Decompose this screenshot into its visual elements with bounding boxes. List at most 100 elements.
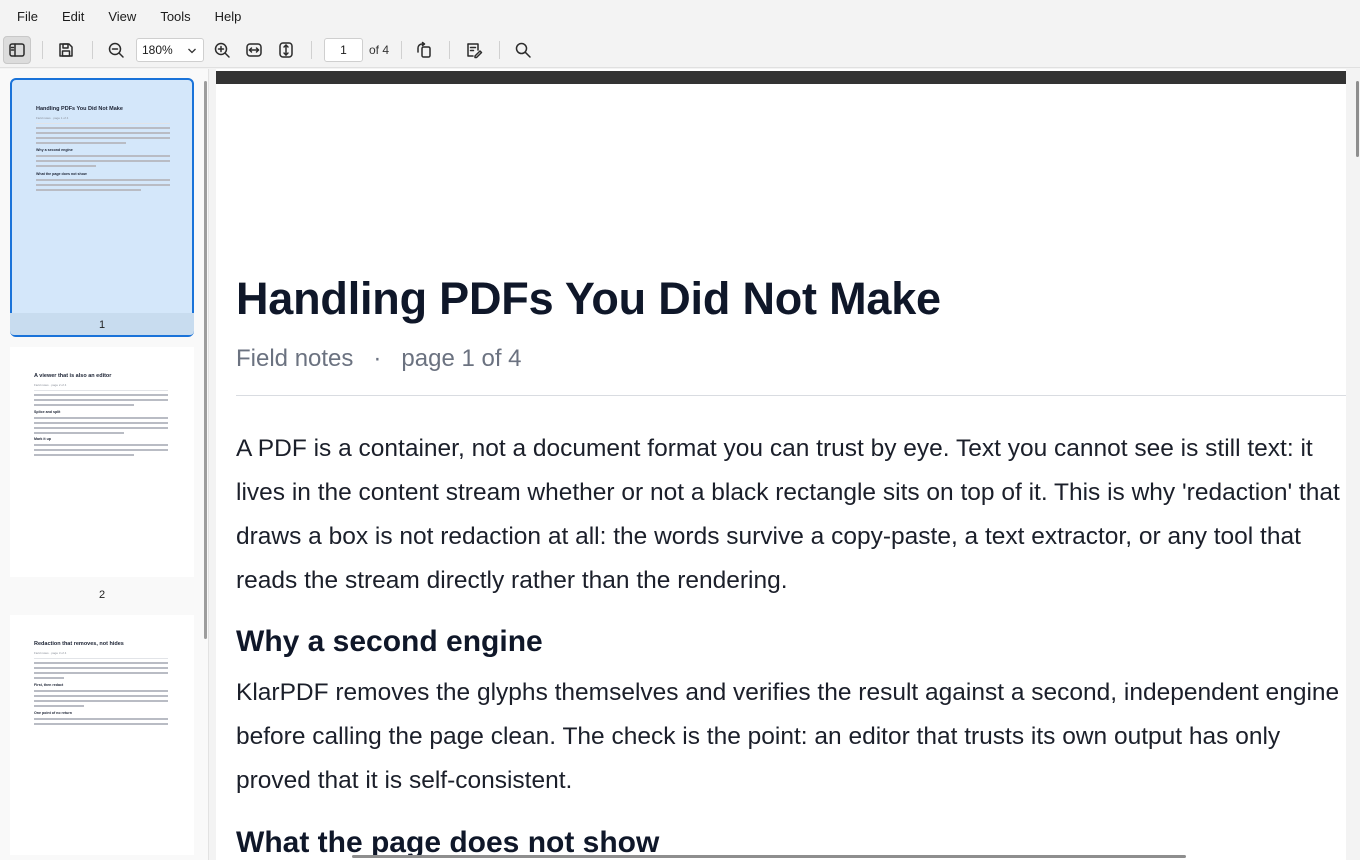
thumbnail-text-line [34,667,168,669]
zoom-out-button[interactable] [102,36,130,64]
page-title: Handling PDFs You Did Not Make [236,273,941,324]
chevron-down-icon [188,48,196,54]
page-number-input[interactable] [324,38,363,62]
thumbnail-text-line [34,432,124,434]
thumbnail-sidebar: Handling PDFs You Did Not Make Field not… [0,69,209,860]
thumbnail-text-line [36,132,170,134]
menu-help[interactable]: Help [203,5,254,28]
thumbnail-subtitle: Field notes · page 2 of 4 [34,383,67,387]
menu-tools[interactable]: Tools [148,5,202,28]
thumbnail-page-3[interactable]: Redaction that removes, not hides Field … [10,615,194,855]
thumbnail-rule [34,390,168,391]
thumbnail-preview: Handling PDFs You Did Not Make Field not… [10,78,194,337]
body-paragraph: KlarPDF removes the glyphs themselves an… [236,679,1340,794]
thumbnail-text-line [34,422,168,424]
document-vertical-scrollbar[interactable] [1356,81,1359,157]
document-viewport: Handling PDFs You Did Not Make Field not… [210,69,1360,860]
section-heading: Why a second engine [236,625,543,658]
document-horizontal-scrollbar[interactable] [352,855,1186,858]
thumbnail-heading: Why a second engine [36,148,73,152]
thumbnail-heading: First, then redact [34,683,64,687]
body-paragraph: A PDF is a container, not a document for… [236,435,1340,594]
thumbnail-text-line [34,695,168,697]
thumbnail-text-line [34,444,168,446]
annotate-button[interactable] [460,36,488,64]
thumbnail-text-line [34,427,168,429]
toolbar: 180% of 4 [0,32,1360,68]
thumbnail-text-line [34,677,64,679]
thumbnail-text-line [36,155,170,157]
rotate-button[interactable] [410,36,438,64]
thumbnail-text-line [34,449,168,451]
menu-file[interactable]: File [5,5,50,28]
thumbnail-text-line [34,700,168,702]
thumbnail-number: 2 [98,589,106,601]
thumbnail-text-line [36,142,126,144]
document-page: Handling PDFs You Did Not Make Field not… [216,69,1346,860]
thumbnail-text-line [36,165,96,167]
thumbnail-text-line [36,137,170,139]
thumbnail-text-line [36,127,170,129]
toolbar-separator [311,41,312,59]
thumbnail-preview: Redaction that removes, not hides Field … [10,615,194,855]
menu-bar: File Edit View Tools Help [0,0,1360,32]
thumbnail-text-line [34,399,168,401]
thumbnail-title: Handling PDFs You Did Not Make [36,106,123,112]
toolbar-separator [42,41,43,59]
toolbar-separator [499,41,500,59]
fit-width-button[interactable] [240,36,268,64]
thumbnail-page-2[interactable]: A viewer that is also an editor Field no… [10,347,194,607]
zoom-select[interactable]: 180% [136,38,204,62]
sidebar-scrollbar[interactable] [204,81,207,639]
thumbnail-subtitle: Field notes · page 1 of 4 [36,116,69,120]
menu-view[interactable]: View [96,5,148,28]
rotate-icon [417,41,431,58]
thumbnail-number: 1 [98,319,106,331]
thumbnail-rule [34,658,168,659]
annotate-icon [467,43,483,59]
menu-edit[interactable]: Edit [50,5,96,28]
thumbnail-text-line [34,672,168,674]
thumbnail-subtitle: Field notes · page 3 of 4 [34,651,67,655]
sidebar-toggle-icon [9,43,25,57]
thumbnail-text-line [34,718,168,720]
thumbnail-heading: One point of no return [34,711,72,715]
zoom-in-icon [214,42,230,58]
thumbnail-title: Redaction that removes, not hides [34,641,124,647]
thumbnail-text-line [34,417,168,419]
thumbnail-page-1[interactable]: Handling PDFs You Did Not Make Field not… [10,78,194,338]
fit-page-button[interactable] [272,36,300,64]
thumbnail-text-line [34,690,168,692]
fit-page-icon [279,42,293,58]
thumbnail-text-line [36,160,170,162]
toolbar-separator [92,41,93,59]
thumbnail-heading: Mark it up [34,437,51,441]
toolbar-separator [401,41,402,59]
thumbnail-text-line [34,705,84,707]
thumbnail-heading: What the page does not show [36,172,87,176]
zoom-out-icon [108,42,124,58]
thumbnail-preview: A viewer that is also an editor Field no… [10,347,194,577]
thumbnail-text-line [34,662,168,664]
thumbnail-text-line [36,189,141,191]
fit-width-icon [246,43,262,57]
search-button[interactable] [509,36,537,64]
save-icon [59,43,73,57]
page-count-label: of 4 [369,43,390,57]
thumbnail-text-line [34,394,168,396]
thumbnail-rule [36,123,170,124]
thumbnail-text-line [34,404,134,406]
thumbnail-text-line [34,723,168,725]
page-subtitle: Field notes · page 1 of 4 [236,345,522,372]
toolbar-separator [449,41,450,59]
title-divider [236,395,1346,396]
page-top-bar [216,71,1346,84]
sidebar-toggle-button[interactable] [3,36,31,64]
thumbnail-text-line [36,179,170,181]
save-button[interactable] [52,36,80,64]
thumbnail-text-line [34,454,134,456]
zoom-value: 180% [142,43,173,57]
search-icon [515,42,531,58]
thumbnail-heading: Splice and split [34,410,61,414]
zoom-in-button[interactable] [208,36,236,64]
